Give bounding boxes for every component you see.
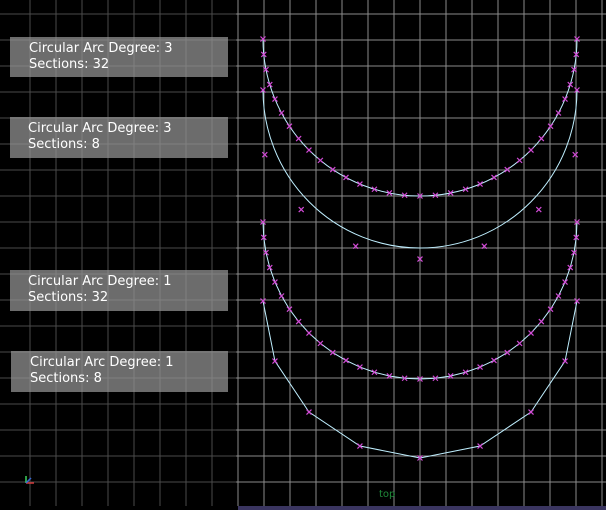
control-vertex[interactable] bbox=[286, 123, 293, 130]
annotation-sections-text: Sections: 32 bbox=[29, 57, 110, 72]
control-vertex[interactable] bbox=[306, 409, 312, 415]
control-vertex[interactable] bbox=[547, 123, 554, 130]
control-vertex[interactable] bbox=[491, 174, 497, 181]
control-vertex[interactable] bbox=[562, 279, 568, 286]
viewport-bottom-border bbox=[238, 506, 606, 510]
control-vertex[interactable] bbox=[272, 279, 278, 286]
annotation-sections-text: Sections: 8 bbox=[28, 137, 100, 152]
control-vertex[interactable] bbox=[371, 186, 378, 193]
control-vertex[interactable] bbox=[504, 349, 511, 356]
annotation-degree-text: Circular Arc Degree: 1 bbox=[30, 355, 174, 370]
annotation-degree1-sections32: Circular Arc Degree: 1 Sections: 32 bbox=[10, 270, 228, 311]
control-vertex[interactable] bbox=[343, 174, 349, 181]
control-vertex[interactable] bbox=[462, 186, 469, 193]
control-vertex[interactable] bbox=[491, 357, 497, 364]
control-vertex[interactable] bbox=[547, 306, 554, 313]
control-vertex[interactable] bbox=[343, 357, 349, 364]
control-vertex[interactable] bbox=[562, 96, 568, 103]
control-vertex[interactable] bbox=[266, 81, 273, 88]
control-vertex[interactable] bbox=[295, 318, 302, 325]
control-vertex[interactable] bbox=[278, 110, 285, 116]
top-viewport[interactable]: Circular Arc Degree: 3 Sections: 32 Circ… bbox=[0, 0, 606, 510]
control-vertex[interactable] bbox=[477, 364, 484, 370]
annotation-degree-text: Circular Arc Degree: 3 bbox=[29, 41, 173, 56]
annotation-sections-text: Sections: 32 bbox=[28, 290, 109, 305]
annotation-degree3-sections32: Circular Arc Degree: 3 Sections: 32 bbox=[10, 37, 228, 77]
control-vertex[interactable] bbox=[286, 306, 293, 313]
control-vertex[interactable] bbox=[329, 349, 336, 356]
control-vertex[interactable] bbox=[535, 206, 542, 213]
annotation-degree-text: Circular Arc Degree: 3 bbox=[28, 121, 172, 136]
control-vertex[interactable] bbox=[555, 293, 562, 299]
camera-name-label: top bbox=[379, 489, 396, 500]
control-vertex[interactable] bbox=[298, 206, 305, 213]
annotation-degree-text: Circular Arc Degree: 1 bbox=[28, 274, 172, 289]
annotation-degree1-sections8: Circular Arc Degree: 1 Sections: 8 bbox=[11, 351, 228, 392]
annotation-sections-text: Sections: 8 bbox=[30, 371, 102, 386]
control-vertex[interactable] bbox=[516, 157, 523, 164]
control-vertex[interactable] bbox=[306, 330, 312, 336]
control-vertex[interactable] bbox=[528, 147, 534, 153]
control-vertex[interactable] bbox=[528, 409, 534, 415]
control-vertex[interactable] bbox=[272, 96, 278, 103]
control-vertex[interactable] bbox=[538, 318, 545, 325]
annotation-degree3-sections8: Circular Arc Degree: 3 Sections: 8 bbox=[10, 117, 228, 158]
control-vertex[interactable] bbox=[356, 364, 363, 370]
control-vertex[interactable] bbox=[261, 151, 268, 158]
control-vertex[interactable] bbox=[516, 340, 523, 347]
control-vertex[interactable] bbox=[295, 135, 302, 142]
control-vertex[interactable] bbox=[572, 151, 579, 158]
control-vertex[interactable] bbox=[555, 110, 562, 116]
control-vertex[interactable] bbox=[317, 157, 324, 164]
control-vertex[interactable] bbox=[356, 181, 363, 187]
control-vertex[interactable] bbox=[306, 147, 312, 153]
control-vertex[interactable] bbox=[317, 340, 324, 347]
control-vertex[interactable] bbox=[528, 330, 534, 336]
control-vertex[interactable] bbox=[278, 293, 285, 299]
control-vertex[interactable] bbox=[538, 135, 545, 142]
control-vertex[interactable] bbox=[567, 81, 574, 88]
control-vertex[interactable] bbox=[477, 181, 484, 187]
